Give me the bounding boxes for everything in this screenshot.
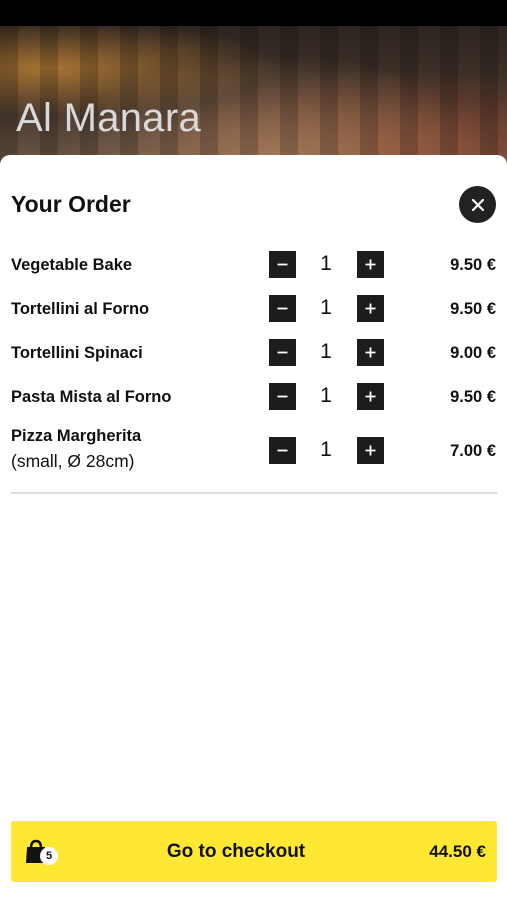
order-item-row: Tortellini al Forno 1 9.50 € [0, 295, 507, 323]
checkout-total: 44.50 € [429, 842, 486, 861]
increase-quantity-button[interactable] [357, 251, 384, 278]
checkout-label: Go to checkout [166, 841, 306, 862]
increase-quantity-button[interactable] [357, 295, 384, 322]
item-name: Pasta Mista al Forno [11, 388, 172, 406]
restaurant-header-image: Al Manara [0, 26, 507, 166]
status-bar [0, 0, 507, 26]
order-item-row: Vegetable Bake 1 9.50 € [0, 251, 507, 279]
plus-icon [365, 391, 376, 402]
close-button[interactable] [459, 186, 496, 223]
restaurant-name: Al Manara [16, 96, 202, 140]
quantity-value: 1 [320, 252, 332, 275]
item-name-main: Pizza Margherita [11, 427, 142, 445]
item-name: Tortellini Spinaci [11, 344, 143, 362]
plus-icon [365, 303, 376, 314]
item-variant: (small, Ø 28cm) [11, 451, 135, 471]
quantity-value: 1 [320, 340, 332, 363]
minus-icon [277, 263, 288, 266]
close-icon [471, 198, 484, 211]
minus-icon [277, 307, 288, 310]
quantity-value: 1 [320, 438, 332, 461]
decrease-quantity-button[interactable] [269, 251, 296, 278]
order-item-row: Tortellini Spinaci 1 9.00 € [0, 339, 507, 367]
increase-quantity-button[interactable] [357, 437, 384, 464]
order-item-row: Pizza Margherita (small, Ø 28cm) 1 7.00 … [0, 425, 507, 477]
minus-icon [277, 351, 288, 354]
plus-icon [365, 347, 376, 358]
increase-quantity-button[interactable] [357, 383, 384, 410]
checkout-button[interactable]: 5 Go to checkout 44.50 € [11, 821, 497, 882]
minus-icon [277, 395, 288, 398]
decrease-quantity-button[interactable] [269, 383, 296, 410]
item-price: 9.50 € [450, 256, 496, 274]
order-sheet: Your Order Vegetable Bake 1 9.50 € Torte… [0, 155, 507, 900]
quantity-value: 1 [320, 384, 332, 407]
item-name: Vegetable Bake [11, 256, 133, 274]
quantity-value: 1 [320, 296, 332, 319]
minus-icon [277, 449, 288, 452]
order-item-row: Pasta Mista al Forno 1 9.50 € [0, 383, 507, 411]
increase-quantity-button[interactable] [357, 339, 384, 366]
item-price: 7.00 € [450, 442, 496, 460]
decrease-quantity-button[interactable] [269, 437, 296, 464]
plus-icon [365, 445, 376, 456]
plus-icon [365, 259, 376, 270]
decrease-quantity-button[interactable] [269, 339, 296, 366]
item-price: 9.00 € [450, 344, 496, 362]
item-price: 9.50 € [450, 388, 496, 406]
item-name: Tortellini al Forno [11, 300, 150, 318]
item-price: 9.50 € [450, 300, 496, 318]
item-name: Pizza Margherita (small, Ø 28cm) [11, 427, 141, 472]
order-title: Your Order [11, 191, 131, 217]
divider [11, 492, 497, 494]
decrease-quantity-button[interactable] [269, 295, 296, 322]
